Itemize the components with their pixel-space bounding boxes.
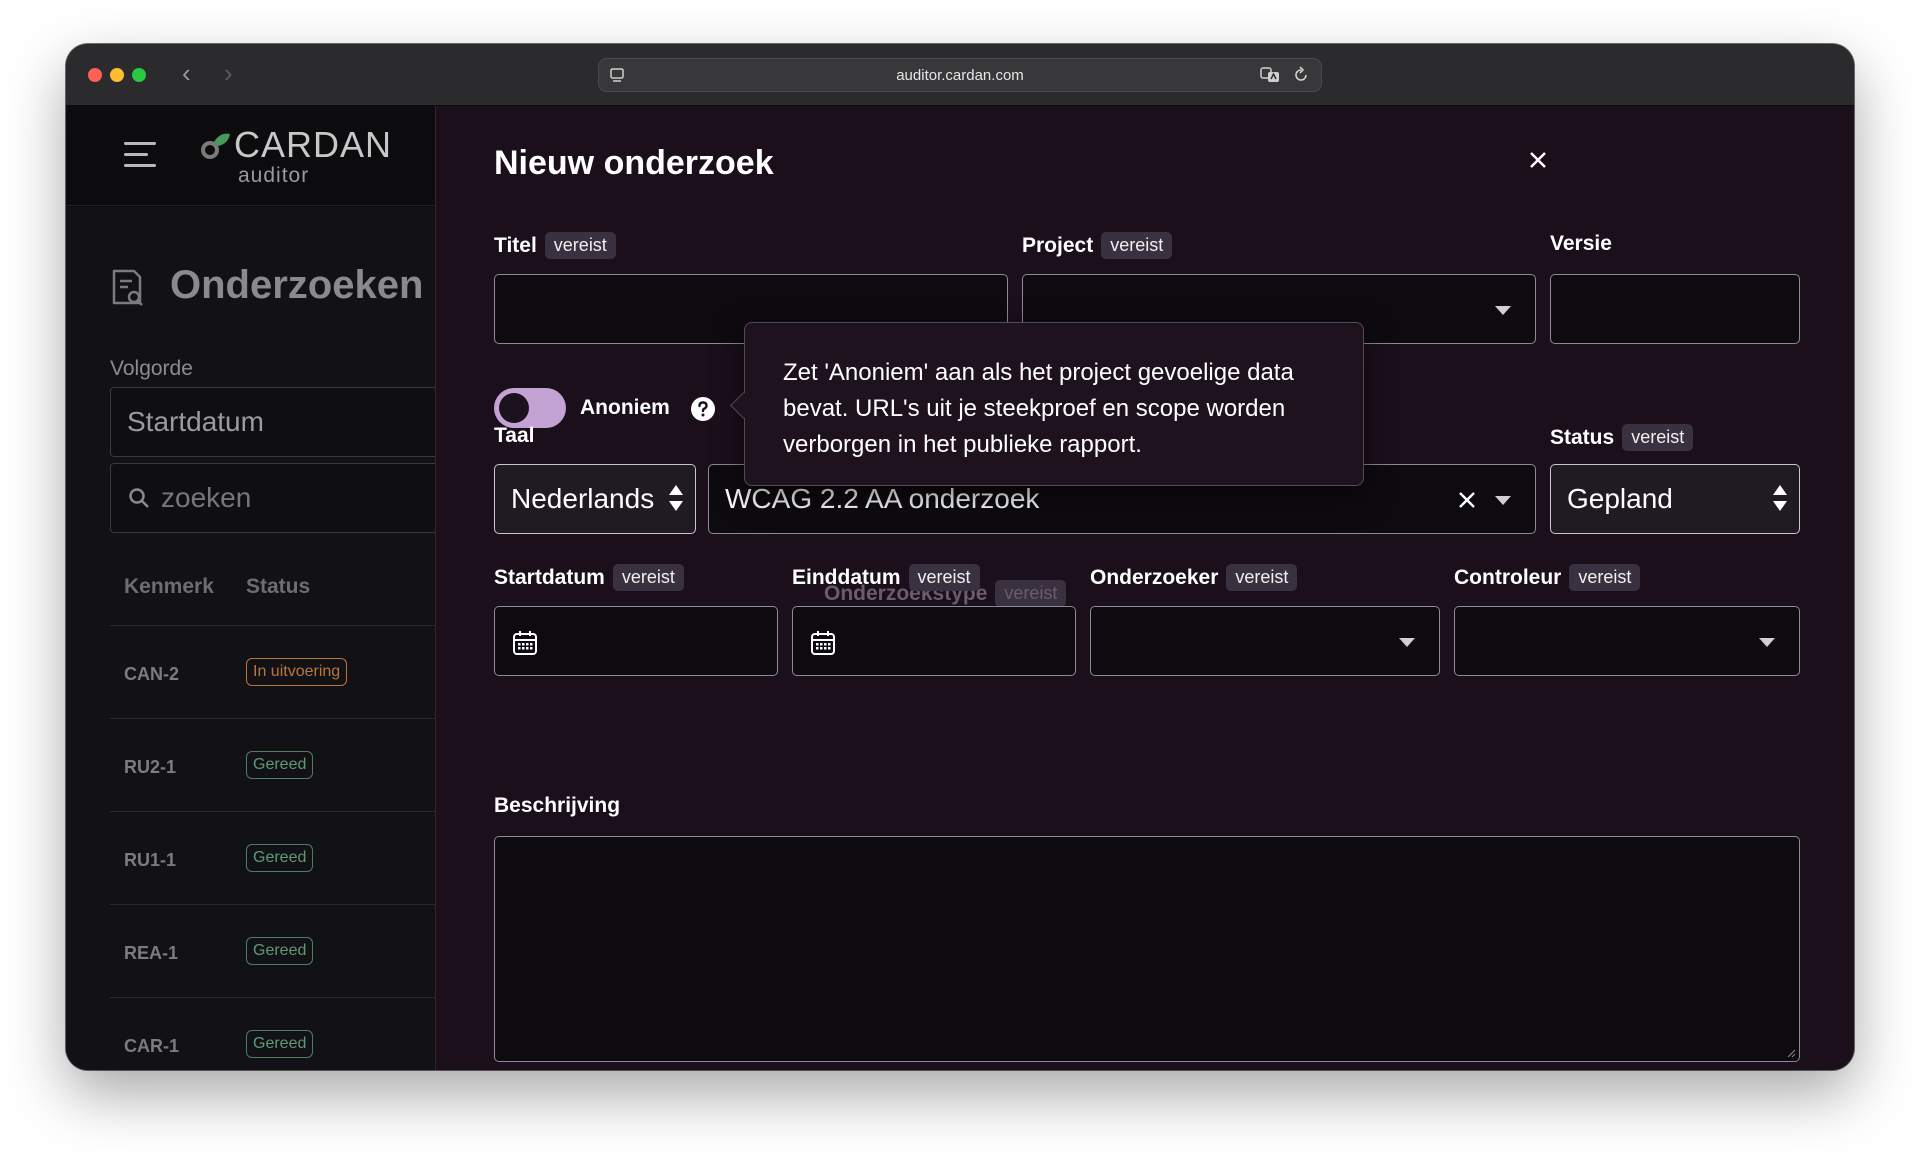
search-placeholder: zoeken	[161, 482, 252, 513]
logo-name: CARDAN	[234, 124, 393, 165]
anoniem-label: Anoniem	[580, 396, 670, 419]
einddatum-label: Einddatum vereist	[792, 564, 980, 591]
sidebar: CARDAN auditor Onderzoeken Volgorde Star…	[66, 106, 450, 1070]
taal-select[interactable]: Nederlands	[494, 464, 696, 534]
chevron-down-icon	[1495, 496, 1511, 505]
einddatum-input[interactable]	[792, 606, 1076, 676]
onderzoeker-label: Onderzoeker vereist	[1090, 564, 1298, 591]
status-badge: In uitvoering	[246, 658, 348, 686]
table-row[interactable]: RU1-1 Gereed	[110, 812, 436, 905]
menu-icon[interactable]	[124, 142, 156, 168]
translate-icon[interactable]	[1259, 65, 1281, 85]
required-badge: vereist	[1101, 232, 1173, 259]
reload-icon[interactable]	[1291, 65, 1311, 85]
clear-icon[interactable]	[1457, 490, 1477, 510]
required-badge: vereist	[1226, 564, 1298, 591]
minimize-window-button[interactable]	[110, 68, 124, 82]
beschrijving-textarea[interactable]	[494, 836, 1800, 1062]
forward-arrow-icon[interactable]: ›	[224, 58, 233, 88]
updown-icon	[1773, 485, 1787, 515]
updown-icon	[669, 485, 683, 515]
status-value: Gepland	[1567, 483, 1673, 514]
taal-value: Nederlands	[511, 483, 655, 514]
document-search-icon	[112, 269, 143, 306]
sort-label: Volgorde	[110, 357, 193, 380]
dialog-title: Nieuw onderzoek	[494, 144, 774, 182]
chevron-down-icon	[1399, 638, 1415, 647]
app-area: CARDAN auditor Onderzoeken Volgorde Star…	[66, 106, 1854, 1070]
column-header-status[interactable]: Status	[246, 575, 310, 599]
status-label: Status vereist	[1550, 424, 1694, 451]
titel-label: Titel vereist	[494, 232, 616, 259]
browser-window: ‹ › auditor.cardan.com CARDAN auditor On…	[66, 44, 1854, 1070]
help-icon[interactable]	[690, 396, 716, 422]
taal-label: Taal	[494, 424, 535, 447]
startdatum-label: Startdatum vereist	[494, 564, 684, 591]
table-row[interactable]: RU2-1 Gereed	[110, 719, 436, 812]
column-header-kenmerk[interactable]: Kenmerk	[124, 575, 214, 599]
sidebar-body: Onderzoeken Volgorde Startdatum zoeken K…	[66, 207, 450, 1070]
search-input[interactable]: zoeken	[110, 463, 450, 533]
chevron-down-icon	[1495, 306, 1511, 315]
row-kenmerk: RU1-1	[124, 850, 177, 870]
project-label: Project vereist	[1022, 232, 1173, 259]
required-badge: vereist	[995, 580, 1067, 607]
page-title: Onderzoeken	[170, 263, 424, 307]
required-badge: vereist	[544, 232, 616, 259]
close-icon[interactable]	[1526, 148, 1550, 172]
new-investigation-dialog: Nieuw onderzoek Titel vereist Project vere…	[436, 106, 1854, 1070]
sort-select[interactable]: Startdatum	[110, 387, 450, 457]
table-row[interactable]: CAN-2 In uitvoering	[110, 626, 436, 719]
controleur-label: Controleur vereist	[1454, 564, 1641, 591]
status-select[interactable]: Gepland	[1550, 464, 1800, 534]
status-badge: Gereed	[246, 751, 314, 779]
status-badge: Gereed	[246, 844, 314, 872]
onderzoekstype-value: WCAG 2.2 AA onderzoek	[725, 483, 1040, 514]
onderzoeker-select[interactable]	[1090, 606, 1440, 676]
row-kenmerk: CAN-2	[124, 664, 180, 684]
search-icon	[129, 488, 149, 508]
versie-label: Versie	[1550, 232, 1612, 255]
anoniem-toggle[interactable]	[494, 388, 566, 428]
controleur-select[interactable]	[1454, 606, 1800, 676]
chevron-down-icon	[1759, 638, 1775, 647]
close-window-button[interactable]	[88, 68, 102, 82]
anoniem-tooltip: Zet 'Anoniem' aan als het project gevoel…	[744, 322, 1364, 486]
table-row[interactable]: CAR-1 Gereed	[110, 998, 436, 1070]
status-badge: Gereed	[246, 937, 314, 965]
zoom-window-button[interactable]	[132, 68, 146, 82]
sidebar-header: CARDAN auditor	[66, 106, 436, 206]
table-row[interactable]: REA-1 Gereed	[110, 905, 436, 998]
logo-subtitle: auditor	[238, 164, 310, 187]
browser-titlebar: ‹ › auditor.cardan.com	[66, 44, 1854, 106]
back-arrow-icon[interactable]: ‹	[182, 58, 191, 88]
row-kenmerk: RU2-1	[124, 757, 177, 777]
row-kenmerk: CAR-1	[124, 1036, 180, 1056]
required-badge: vereist	[1622, 424, 1694, 451]
status-badge: Gereed	[246, 1030, 314, 1058]
required-badge: vereist	[612, 564, 684, 591]
startdatum-input[interactable]	[494, 606, 778, 676]
url-text: auditor.cardan.com	[896, 67, 1024, 84]
cardan-logo-mark-icon	[201, 133, 230, 159]
versie-input[interactable]	[1550, 274, 1800, 344]
required-badge: vereist	[908, 564, 980, 591]
calendar-icon[interactable]	[809, 629, 837, 657]
required-badge: vereist	[1569, 564, 1641, 591]
address-bar[interactable]: auditor.cardan.com	[598, 58, 1322, 92]
calendar-icon[interactable]	[511, 629, 539, 657]
resize-grip-icon[interactable]	[1786, 1048, 1796, 1058]
beschrijving-label: Beschrijving	[494, 794, 621, 817]
tooltip-text: Zet 'Anoniem' aan als het project gevoel…	[783, 359, 1294, 458]
toggle-knob	[499, 393, 529, 423]
row-kenmerk: REA-1	[124, 943, 179, 963]
